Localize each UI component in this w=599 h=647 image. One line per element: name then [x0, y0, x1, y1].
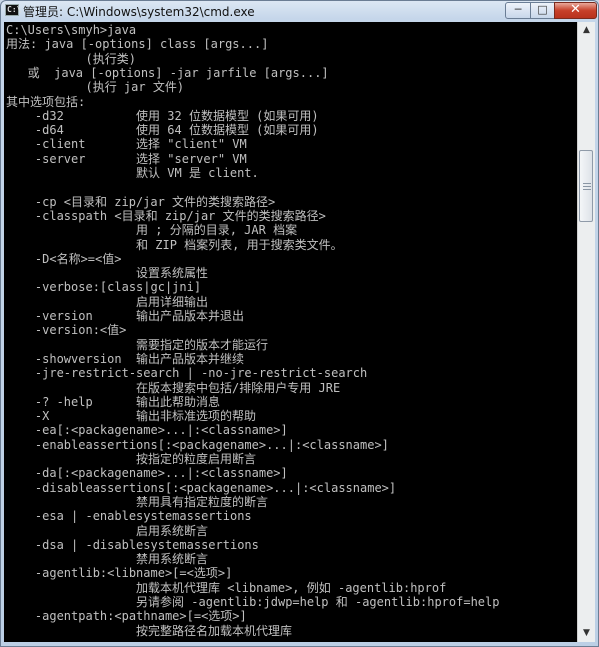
console-line: 在版本搜索中包括/排除用户专用 JRE [6, 380, 341, 395]
scroll-thumb[interactable] [579, 150, 593, 222]
console-line: 设置系统属性 [6, 266, 209, 281]
console-line: -da[:<packagename>...|:<classname>] [6, 466, 288, 481]
console-line: 禁用具有指定粒度的断言 [6, 494, 269, 509]
console-line: 按完整路径名加载本机代理库 [6, 623, 293, 638]
cmd-app-icon[interactable]: C:\ [5, 4, 21, 16]
console-line: -cp <目录和 zip/jar 文件的类搜索路径> [6, 194, 276, 209]
console-line: -D<名称>=<值> [6, 251, 122, 266]
close-button[interactable]: ✕ [554, 2, 597, 19]
console-line: 或 java [-options] -jar jarfile [args...] [6, 65, 329, 80]
console-line: 禁用系统断言 [6, 552, 209, 567]
console-line: -server 选择 "server" VM [6, 151, 247, 166]
console-line: -version 输出产品版本并退出 [6, 309, 245, 323]
console-line: -agentlib:<libname>[=<选项>] [6, 566, 233, 581]
console-line: -verbose:[class|gc|jni] [6, 280, 202, 295]
console-line: -disableassertions[:<packagename>...|:<c… [6, 480, 397, 495]
console-line: (执行 jar 文件) [6, 80, 185, 95]
console-line: 用法: java [-options] class [args...] [6, 37, 269, 52]
console-output[interactable]: C:\Users\smyh>java 用法: java [-options] cl… [4, 22, 577, 642]
console-line: 启用系统断言 [6, 523, 209, 538]
console-line: -enableassertions[:<packagename>...|:<cl… [6, 437, 389, 452]
console-line: -client 选择 "client" VM [6, 137, 247, 152]
vertical-scrollbar[interactable]: ▲ ▼ [577, 22, 595, 642]
console-line: -showversion 输出产品版本并继续 [6, 351, 245, 366]
console-line: -? -help 输出此帮助消息 [6, 394, 221, 409]
console-line: -version:<值> [6, 323, 127, 338]
console-line: 按指定的粒度启用断言 [6, 452, 257, 466]
thumb-grip [583, 186, 591, 187]
console-line: -dsa | -disablesystemassertions [6, 537, 259, 552]
minimize-button[interactable]: ─ [505, 2, 531, 19]
thumb-grip [583, 189, 591, 190]
console-line: -classpath <目录和 zip/jar 文件的类搜索路径> [6, 208, 326, 223]
console-line: 启用详细输出 [6, 294, 209, 309]
scroll-down-button[interactable]: ▼ [578, 625, 595, 642]
console-line: 默认 VM 是 client. [6, 166, 259, 180]
window-title: 管理员: C:\Windows\system32\cmd.exe [23, 5, 255, 19]
thumb-grip [583, 183, 591, 184]
console-line: -X 输出非标准选项的帮助 [6, 409, 257, 424]
maximize-button[interactable]: □ [530, 2, 555, 19]
console-line: 另请参阅 -agentlib:jdwp=help 和 -agentlib:hpr… [6, 595, 500, 609]
console-line: -d64 使用 64 位数据模型 (如果可用) [6, 123, 319, 138]
console-line: 加载本机代理库 <libname>, 例如 -agentlib:hprof [6, 580, 447, 595]
console-line: -esa | -enablesystemassertions [6, 509, 252, 524]
console-line: C:\Users\smyh>java [6, 23, 137, 37]
console-line: -d32 使用 32 位数据模型 (如果可用) [6, 108, 319, 123]
console-line: 其中选项包括: [6, 94, 86, 109]
cmd-window: C:\ 管理员: C:\Windows\system32\cmd.exe ─ □… [0, 0, 599, 647]
scroll-up-button[interactable]: ▲ [578, 22, 595, 39]
console-line: (执行类) [6, 51, 136, 66]
console-line: -agentpath:<pathname>[=<选项>] [6, 609, 247, 624]
title-bar[interactable]: C:\ 管理员: C:\Windows\system32\cmd.exe ─ □… [1, 1, 598, 21]
console-line: 需要指定的版本才能运行 [6, 337, 269, 352]
console-line: 和 ZIP 档案列表, 用于搜索类文件。 [6, 237, 343, 252]
console-line: -ea[:<packagename>...|:<classname>] [6, 423, 288, 438]
console-line: 用 ; 分隔的目录, JAR 档案 [6, 223, 298, 238]
console-line: -jre-restrict-search | -no-jre-restrict-… [6, 366, 368, 381]
